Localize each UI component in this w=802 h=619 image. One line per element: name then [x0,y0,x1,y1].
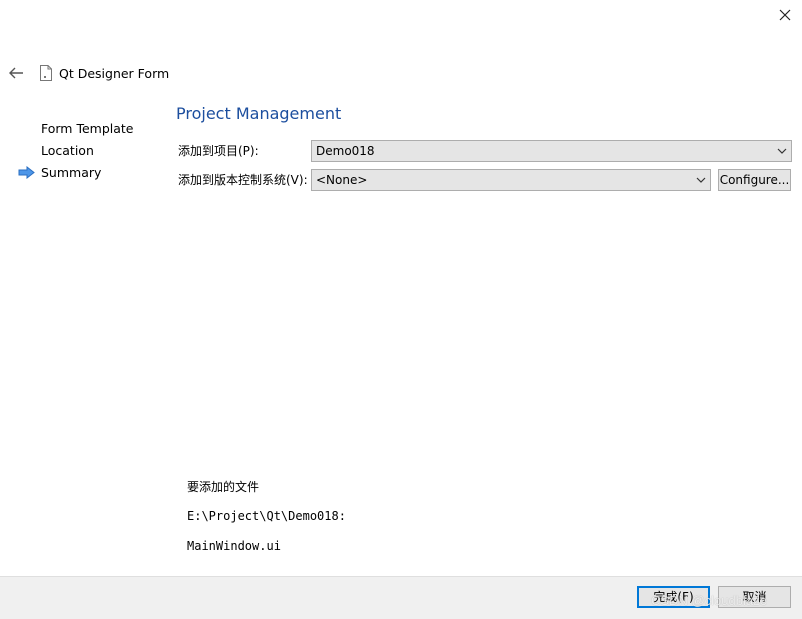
add-to-vcs-label: 添加到版本控制系统(V): [178,173,308,187]
finish-button[interactable]: 完成(F) [637,586,710,608]
add-to-project-combo[interactable]: Demo018 [311,140,792,162]
wizard-title: Qt Designer Form [59,66,170,81]
step-location: Location [41,143,94,158]
cancel-button[interactable]: 取消 [718,586,791,608]
step-summary: Summary [41,165,102,180]
document-icon [40,65,52,81]
step-form-template: Form Template [41,121,134,136]
file-name: MainWindow.ui [187,539,281,553]
configure-button[interactable]: Configure... [718,169,791,191]
files-to-add-title: 要添加的文件 [187,480,260,494]
arrow-right-icon [18,166,35,179]
chevron-down-icon [696,177,706,183]
close-button[interactable] [772,4,798,26]
page-heading: Project Management [176,104,342,123]
add-to-project-value: Demo018 [316,144,375,158]
close-icon [779,9,791,21]
files-path: E:\Project\Qt\Demo018: [187,509,346,523]
back-button[interactable] [6,64,26,82]
arrow-left-icon [9,67,23,79]
chevron-down-icon [777,148,787,154]
add-to-vcs-value: <None> [316,173,368,187]
add-to-vcs-combo[interactable]: <None> [311,169,711,191]
add-to-project-label: 添加到项目(P): [178,144,259,158]
